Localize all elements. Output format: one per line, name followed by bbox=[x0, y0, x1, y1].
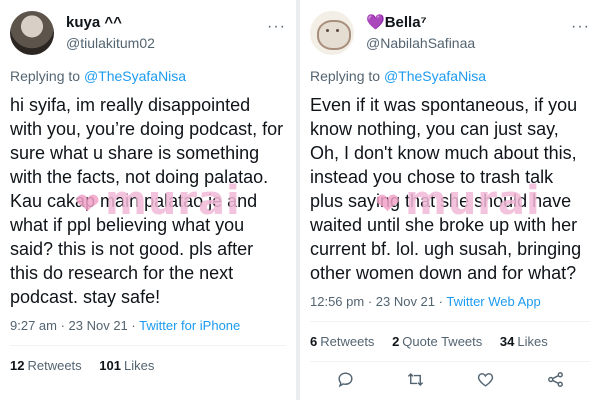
tweet-meta: 9:27 am · 23 Nov 21 · Twitter for iPhone bbox=[10, 318, 286, 333]
display-name[interactable]: kuya ^^ bbox=[66, 13, 155, 33]
timestamp[interactable]: 12:56 pm · 23 Nov 21 · bbox=[310, 294, 446, 309]
more-icon[interactable]: ··· bbox=[571, 18, 590, 36]
tweet-right: 💜Bella⁷ @NabilahSafinaa ··· Replying to … bbox=[300, 0, 600, 400]
more-icon[interactable]: ··· bbox=[267, 18, 286, 36]
quotes-count[interactable]: 2 bbox=[392, 334, 399, 349]
display-name[interactable]: 💜Bella⁷ bbox=[366, 13, 475, 33]
quotes-label[interactable]: Quote Tweets bbox=[402, 334, 482, 349]
user-handle[interactable]: @tiulakitum02 bbox=[66, 33, 155, 53]
retweets-label[interactable]: Retweets bbox=[27, 358, 81, 373]
tweet-header: kuya ^^ @tiulakitum02 ··· bbox=[10, 8, 286, 58]
tweet-meta: 12:56 pm · 23 Nov 21 · Twitter Web App bbox=[310, 294, 590, 309]
mention-link[interactable]: @TheSyafaNisa bbox=[84, 68, 186, 84]
tweet-stats: 6 Retweets 2 Quote Tweets 34 Likes bbox=[310, 322, 590, 361]
source-link[interactable]: Twitter Web App bbox=[446, 294, 540, 309]
purple-heart-emoji: 💜 bbox=[366, 14, 385, 31]
like-icon[interactable] bbox=[476, 370, 495, 394]
tweet-left: kuya ^^ @tiulakitum02 ··· Replying to @T… bbox=[0, 0, 296, 400]
replying-prefix: Replying to bbox=[10, 68, 84, 84]
action-bar bbox=[310, 362, 590, 402]
avatar[interactable] bbox=[10, 11, 54, 55]
retweets-count[interactable]: 6 bbox=[310, 334, 317, 349]
user-handle[interactable]: @NabilahSafinaa bbox=[366, 33, 475, 53]
avatar[interactable] bbox=[310, 11, 354, 55]
retweets-label[interactable]: Retweets bbox=[320, 334, 374, 349]
retweets-count[interactable]: 12 bbox=[10, 358, 24, 373]
tweet-header: 💜Bella⁷ @NabilahSafinaa ··· bbox=[310, 8, 590, 58]
user-info[interactable]: 💜Bella⁷ @NabilahSafinaa bbox=[366, 13, 475, 53]
likes-label[interactable]: Likes bbox=[517, 334, 547, 349]
reply-icon[interactable] bbox=[336, 370, 355, 394]
likes-label[interactable]: Likes bbox=[124, 358, 154, 373]
likes-count[interactable]: 34 bbox=[500, 334, 514, 349]
replying-prefix: Replying to bbox=[310, 68, 384, 84]
source-link[interactable]: Twitter for iPhone bbox=[139, 318, 240, 333]
user-info[interactable]: kuya ^^ @tiulakitum02 bbox=[66, 13, 155, 53]
mention-link[interactable]: @TheSyafaNisa bbox=[384, 68, 486, 84]
retweet-icon[interactable] bbox=[406, 370, 425, 394]
timestamp[interactable]: 9:27 am · 23 Nov 21 · bbox=[10, 318, 139, 333]
replying-to: Replying to @TheSyafaNisa bbox=[310, 68, 590, 84]
tweet-text: Even if it was spontaneous, if you know … bbox=[310, 95, 582, 283]
replying-to: Replying to @TheSyafaNisa bbox=[10, 68, 286, 84]
share-icon[interactable] bbox=[546, 370, 565, 394]
likes-count[interactable]: 101 bbox=[99, 358, 121, 373]
display-name-text[interactable]: Bella⁷ bbox=[385, 14, 427, 31]
tweet-text: hi syifa, im really disappointed with yo… bbox=[10, 95, 284, 307]
tweet-stats: 12 Retweets 101 Likes bbox=[10, 346, 286, 385]
